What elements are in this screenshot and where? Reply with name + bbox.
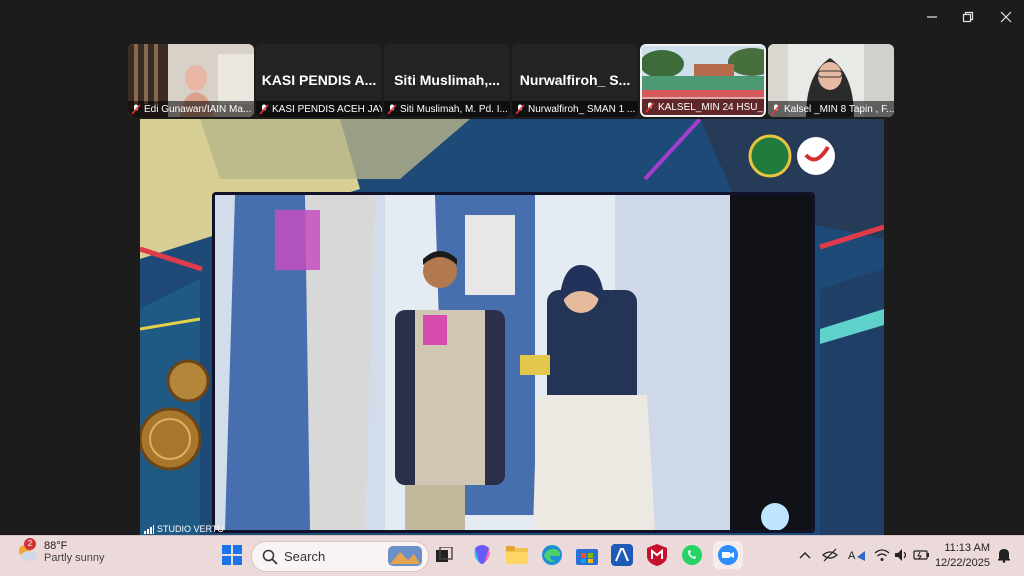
mic-muted-icon: [515, 103, 525, 115]
clock-time: 11:13 AM: [944, 542, 990, 554]
zoom-icon: [718, 545, 738, 565]
whatsapp-icon: [682, 545, 702, 565]
svg-text:A: A: [848, 550, 856, 562]
bell-icon: [998, 549, 1010, 563]
participant-name: Siti Muslimah,...: [394, 72, 500, 88]
participant-tile[interactable]: KASI PENDIS A... KASI PENDIS ACEH JAYA: [256, 44, 382, 117]
minimize-button[interactable]: [914, 0, 950, 34]
tray-icon-1[interactable]: [818, 543, 842, 567]
app-icon: [611, 544, 633, 566]
taskview-button[interactable]: [432, 543, 456, 567]
start-button[interactable]: [220, 543, 244, 567]
search-box[interactable]: Search: [251, 541, 429, 572]
language-icon: A: [848, 550, 865, 562]
mcafee-button[interactable]: [645, 543, 669, 567]
clock-date: 12/22/2025: [934, 557, 990, 569]
mic-muted-icon: [771, 103, 781, 115]
restore-icon: [962, 11, 974, 23]
mic-muted-icon: [387, 103, 397, 115]
minimize-icon: [927, 16, 937, 18]
store-icon: [576, 549, 598, 565]
wifi-icon: [874, 549, 890, 561]
battery-icon: [913, 550, 929, 560]
weather-temp: 88°F: [44, 540, 68, 552]
shield-icon: [647, 544, 667, 566]
chevron-up-icon: [799, 552, 811, 559]
taskview-icon: [436, 547, 453, 562]
weather-icon: 2: [16, 538, 38, 563]
weather-badge: 2: [24, 538, 36, 550]
whatsapp-button[interactable]: [680, 543, 704, 567]
participant-name: Nurwalfiroh_ S...: [519, 72, 631, 88]
search-placeholder: Search: [284, 549, 326, 564]
clock[interactable]: 11:13 AM 12/22/2025: [935, 541, 990, 571]
close-icon: [1000, 11, 1012, 23]
app-button[interactable]: [610, 543, 634, 567]
participant-tile[interactable]: Siti Muslimah,... Siti Muslimah, M. Pd. …: [384, 44, 510, 117]
participant-tile[interactable]: Edi Gunawan/IAIN Ma...: [128, 44, 254, 117]
main-video[interactable]: STUDIO VERTU: [140, 119, 884, 536]
volume-icon: [895, 549, 907, 561]
tray-icon-2[interactable]: A: [845, 543, 869, 567]
participant-name: KASI PENDIS A...: [261, 72, 377, 88]
search-icon: [262, 549, 278, 565]
taskbar: 2 88°F Partly sunny Search A 11:13 AM 12…: [0, 535, 1024, 576]
stage-scene: [215, 195, 812, 530]
edge-icon: [542, 545, 562, 565]
source-label: STUDIO VERTU: [144, 524, 224, 534]
file-explorer-button[interactable]: [505, 543, 529, 567]
participant-label: KALSEL_MIN 24 HSU_...: [642, 99, 764, 115]
participant-label: Kalsel _MIN 8 Tapin , F...: [768, 101, 894, 117]
windows-icon: [222, 545, 242, 565]
show-hidden-icons-button[interactable]: [793, 543, 817, 567]
search-highlight-icon: [388, 546, 422, 566]
store-button[interactable]: [575, 543, 599, 567]
participant-tile[interactable]: KALSEL_MIN 24 HSU_...: [640, 44, 766, 117]
weather-desc: Partly sunny: [44, 552, 105, 564]
participant-label: Nurwalfiroh_ SMAN 1 ...: [512, 101, 638, 117]
participant-label: KASI PENDIS ACEH JAYA: [256, 101, 382, 117]
tray-app-icon: [822, 548, 838, 562]
weather-widget[interactable]: 2 88°F Partly sunny: [16, 538, 105, 564]
close-button[interactable]: [988, 0, 1024, 34]
battery-button[interactable]: [910, 543, 934, 567]
zoom-button[interactable]: [713, 541, 743, 569]
copilot-button[interactable]: [470, 543, 494, 567]
window-titlebar: [0, 0, 1024, 34]
participant-label: Siti Muslimah, M. Pd. I...: [384, 101, 510, 117]
mic-muted-icon: [645, 101, 655, 113]
edge-button[interactable]: [540, 543, 564, 567]
participant-tile[interactable]: Nurwalfiroh_ S... Nurwalfiroh_ SMAN 1 ..…: [512, 44, 638, 117]
copilot-icon: [474, 545, 490, 564]
restore-button[interactable]: [950, 0, 986, 34]
participant-label: Edi Gunawan/IAIN Ma...: [128, 101, 254, 117]
mic-muted-icon: [259, 103, 269, 115]
mic-muted-icon: [131, 103, 141, 115]
folder-icon: [506, 546, 528, 564]
participant-strip: Edi Gunawan/IAIN Ma... KASI PENDIS A... …: [128, 44, 896, 117]
signal-icon: [144, 524, 154, 534]
participant-tile[interactable]: Kalsel _MIN 8 Tapin , F...: [768, 44, 894, 117]
notifications-button[interactable]: [992, 543, 1016, 567]
stage-screen: [212, 192, 815, 533]
